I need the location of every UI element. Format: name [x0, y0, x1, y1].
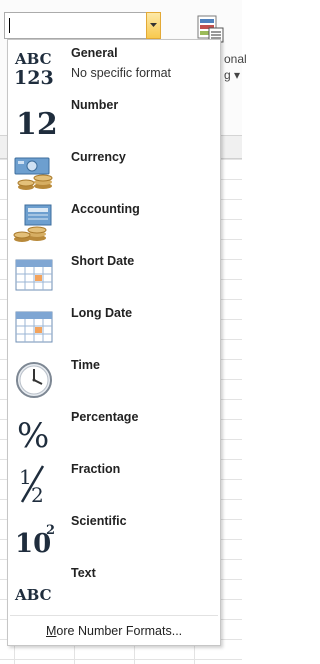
accounting-ledger-icon: [13, 204, 52, 242]
menu-item-label: General: [71, 46, 118, 60]
menu-item-time[interactable]: Time: [8, 352, 220, 404]
more-number-formats-button[interactable]: More Number Formats...: [8, 616, 220, 645]
ribbon-partial-label: g ▾: [224, 68, 241, 82]
menu-item-label: Text: [71, 566, 96, 580]
text-abc-icon: ABC: [14, 586, 52, 604]
menu-item-label: Time: [71, 358, 100, 372]
number-12-icon: 12: [16, 107, 57, 140]
ribbon-partial-label: onal: [224, 52, 247, 66]
chevron-down-icon: [150, 23, 157, 27]
menu-item-label: Fraction: [71, 462, 121, 476]
menu-item-label: Percentage: [71, 410, 139, 424]
menu-item-general[interactable]: ABC 123 General No specific format: [8, 40, 220, 92]
scientific-10-squared-icon: 10 2: [15, 523, 55, 556]
menu-item-label: Short Date: [71, 254, 135, 268]
svg-text:2: 2: [31, 483, 44, 504]
svg-text:12: 12: [16, 107, 57, 140]
clock-icon: [16, 362, 52, 398]
dropdown-button[interactable]: [146, 12, 161, 39]
menu-item-label: Accounting: [71, 202, 140, 216]
menu-item-fraction[interactable]: 1 2 Fraction: [8, 456, 220, 508]
menu-item-label: Currency: [71, 150, 126, 164]
currency-banknote-icon: [14, 157, 53, 190]
number-format-dropdown: ABC 123 General No specific format 12 Nu…: [7, 39, 221, 646]
svg-text:ABC: ABC: [14, 586, 52, 604]
svg-text:1: 1: [19, 465, 32, 489]
svg-text:ABC: ABC: [14, 50, 52, 68]
menu-item-label: Long Date: [71, 306, 133, 320]
calendar-icon: [15, 259, 53, 291]
menu-item-short-date[interactable]: Short Date: [8, 248, 220, 300]
calendar-icon: [15, 311, 53, 343]
text-caret: [9, 18, 10, 33]
menu-item-text[interactable]: ABC Text: [8, 560, 220, 612]
menu-item-long-date[interactable]: Long Date: [8, 300, 220, 352]
svg-text:123: 123: [14, 67, 54, 88]
menu-item-percentage[interactable]: % Percentage: [8, 404, 220, 456]
menu-item-label: Scientific: [71, 514, 127, 528]
svg-text:2: 2: [46, 523, 55, 538]
menu-item-currency[interactable]: Currency: [8, 144, 220, 196]
menu-item-description: No specific format: [71, 66, 172, 80]
menu-item-accounting[interactable]: Accounting: [8, 196, 220, 248]
percent-icon: %: [17, 416, 49, 452]
more-number-formats-label: More Number Formats...: [46, 624, 183, 638]
menu-item-number[interactable]: 12 Number: [8, 92, 220, 144]
menu-item-scientific[interactable]: 10 2 Scientific: [8, 508, 220, 560]
general-abc123-icon: ABC 123: [14, 50, 54, 88]
menu-item-label: Number: [71, 98, 119, 112]
number-format-combobox[interactable]: [4, 12, 161, 39]
svg-text:%: %: [17, 416, 49, 452]
fraction-half-icon: 1 2: [19, 465, 45, 504]
number-format-input[interactable]: [5, 13, 151, 38]
